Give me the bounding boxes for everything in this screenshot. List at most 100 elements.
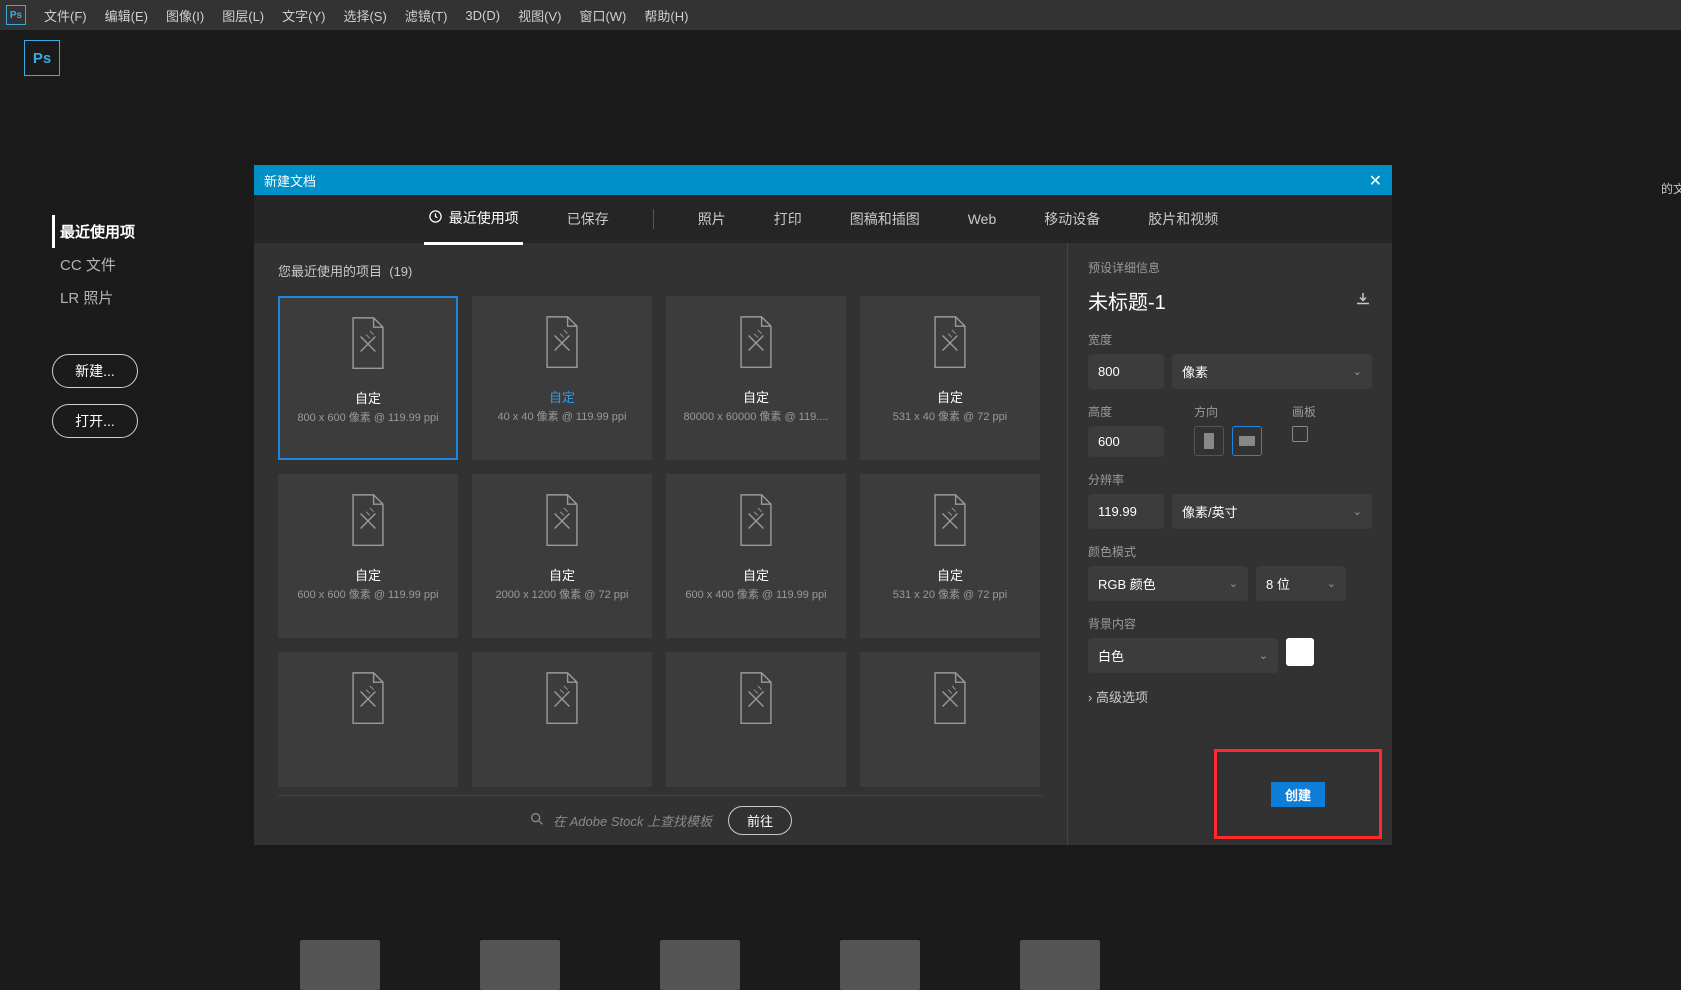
bottom-thumbnails <box>300 940 1100 990</box>
tab-web[interactable]: Web <box>964 197 1001 241</box>
advanced-options[interactable]: › 高级选项 <box>1088 687 1372 706</box>
preset-card[interactable] <box>666 652 846 787</box>
new-button[interactable]: 新建... <box>52 354 138 388</box>
document-icon <box>539 671 585 727</box>
width-label: 宽度 <box>1088 331 1372 348</box>
preset-area: 您最近使用的项目 (19) 自定 800 x 600 像素 @ 119.99 p… <box>254 243 1067 845</box>
color-mode-label: 颜色模式 <box>1088 543 1372 560</box>
preset-name: 自定 <box>937 565 963 584</box>
document-icon <box>345 671 391 727</box>
preset-name: 自定 <box>937 387 963 406</box>
chevron-right-icon: › <box>1088 690 1092 705</box>
document-icon <box>539 493 585 549</box>
unit-dropdown[interactable]: 像素 ⌄ <box>1172 354 1372 389</box>
preset-card[interactable] <box>860 652 1040 787</box>
preset-card[interactable] <box>472 652 652 787</box>
orientation-portrait[interactable] <box>1194 426 1224 456</box>
menu-filter[interactable]: 滤镜(T) <box>405 6 448 25</box>
close-icon[interactable]: ✕ <box>1369 171 1382 191</box>
create-button[interactable]: 创建 <box>1271 782 1325 807</box>
menu-help[interactable]: 帮助(H) <box>644 6 688 25</box>
tab-saved[interactable]: 已保存 <box>563 195 613 243</box>
artboard-checkbox[interactable] <box>1292 426 1308 442</box>
preset-card[interactable]: 自定 800 x 600 像素 @ 119.99 ppi <box>278 296 458 460</box>
preset-card[interactable]: 自定 600 x 400 像素 @ 119.99 ppi <box>666 474 846 638</box>
preset-name: 自定 <box>355 388 381 407</box>
resolution-field[interactable] <box>1088 494 1164 529</box>
document-name[interactable]: 未标题-1 <box>1088 286 1166 315</box>
thumb <box>480 940 560 990</box>
dialog-title-text: 新建文档 <box>264 171 316 190</box>
preset-subtitle: 2000 x 1200 像素 @ 72 ppi <box>473 586 651 602</box>
height-label: 高度 <box>1088 403 1164 420</box>
tab-recent[interactable]: 最近使用项 <box>424 194 523 245</box>
document-icon <box>345 316 391 372</box>
tab-art[interactable]: 图稿和插图 <box>846 195 924 243</box>
thumb <box>1020 940 1100 990</box>
menu-type[interactable]: 文字(Y) <box>282 6 325 25</box>
preset-name: 自定 <box>355 565 381 584</box>
background-dropdown[interactable]: 白色 ⌄ <box>1088 638 1278 673</box>
go-button[interactable]: 前往 <box>728 806 792 835</box>
dialog-titlebar: 新建文档 ✕ <box>254 165 1392 195</box>
background-swatch[interactable] <box>1286 638 1314 666</box>
chevron-down-icon: ⌄ <box>1229 577 1238 590</box>
document-icon <box>345 493 391 549</box>
tab-photo[interactable]: 照片 <box>694 195 730 243</box>
sidebar-item-cc-files[interactable]: CC 文件 <box>52 248 242 281</box>
menu-select[interactable]: 选择(S) <box>343 6 386 25</box>
tab-label: 最近使用项 <box>449 208 519 228</box>
unit-value: 像素 <box>1182 362 1208 381</box>
document-icon <box>927 671 973 727</box>
preset-card[interactable]: 自定 2000 x 1200 像素 @ 72 ppi <box>472 474 652 638</box>
menu-edit[interactable]: 编辑(E) <box>105 6 148 25</box>
search-placeholder: 在 Adobe Stock 上查找模板 <box>553 811 712 830</box>
preset-card[interactable]: 自定 531 x 40 像素 @ 72 ppi <box>860 296 1040 460</box>
menu-layer[interactable]: 图层(L) <box>222 6 264 25</box>
save-preset-icon[interactable] <box>1354 290 1372 311</box>
preset-name: 自定 <box>743 387 769 406</box>
search-row: 在 Adobe Stock 上查找模板 前往 <box>278 795 1043 845</box>
preset-card[interactable]: 自定 531 x 20 像素 @ 72 ppi <box>860 474 1040 638</box>
chevron-down-icon: ⌄ <box>1353 365 1362 378</box>
tab-film[interactable]: 胶片和视频 <box>1144 195 1222 243</box>
preset-subtitle: 600 x 400 像素 @ 119.99 ppi <box>667 586 845 602</box>
color-mode-dropdown[interactable]: RGB 颜色 ⌄ <box>1088 566 1248 601</box>
menu-window[interactable]: 窗口(W) <box>579 6 626 25</box>
bit-depth-value: 8 位 <box>1266 574 1290 593</box>
document-icon <box>733 315 779 371</box>
menu-file[interactable]: 文件(F) <box>44 6 87 25</box>
preset-card[interactable]: 自定 80000 x 60000 像素 @ 119.... <box>666 296 846 460</box>
home-area: Ps 最近使用项 CC 文件 LR 照片 新建... 打开... 的文 新建文档… <box>0 30 1681 990</box>
menu-3d[interactable]: 3D(D) <box>465 8 500 23</box>
preset-card[interactable]: 自定 40 x 40 像素 @ 119.99 ppi <box>472 296 652 460</box>
preset-subtitle: 600 x 600 像素 @ 119.99 ppi <box>279 586 457 602</box>
preset-name: 自定 <box>549 565 575 584</box>
chevron-down-icon: ⌄ <box>1259 649 1268 662</box>
document-icon <box>733 671 779 727</box>
sidebar-item-recent[interactable]: 最近使用项 <box>52 215 242 248</box>
open-button[interactable]: 打开... <box>52 404 138 438</box>
menu-image[interactable]: 图像(I) <box>166 6 204 25</box>
orientation-landscape[interactable] <box>1232 426 1262 456</box>
ps-icon: Ps <box>6 5 26 25</box>
preset-subtitle: 40 x 40 像素 @ 119.99 ppi <box>473 408 651 424</box>
separator <box>653 209 654 229</box>
document-icon <box>927 315 973 371</box>
preset-card[interactable]: 自定 600 x 600 像素 @ 119.99 ppi <box>278 474 458 638</box>
menu-view[interactable]: 视图(V) <box>518 6 561 25</box>
clipped-text: 的文 <box>1661 180 1681 197</box>
preset-card[interactable] <box>278 652 458 787</box>
tab-mobile[interactable]: 移动设备 <box>1040 195 1104 243</box>
bit-depth-dropdown[interactable]: 8 位 ⌄ <box>1256 566 1346 601</box>
document-icon <box>733 493 779 549</box>
height-field[interactable] <box>1088 426 1164 457</box>
preset-grid: 自定 800 x 600 像素 @ 119.99 ppi 自定 40 x 40 … <box>278 296 1043 787</box>
stock-search[interactable]: 在 Adobe Stock 上查找模板 <box>529 811 712 830</box>
tab-print[interactable]: 打印 <box>770 195 806 243</box>
background-label: 背景内容 <box>1088 615 1372 632</box>
resolution-unit-dropdown[interactable]: 像素/英寸 ⌄ <box>1172 494 1372 529</box>
width-field[interactable] <box>1088 354 1164 389</box>
sidebar-item-lr-photos[interactable]: LR 照片 <box>52 281 242 314</box>
preset-name: 自定 <box>743 565 769 584</box>
